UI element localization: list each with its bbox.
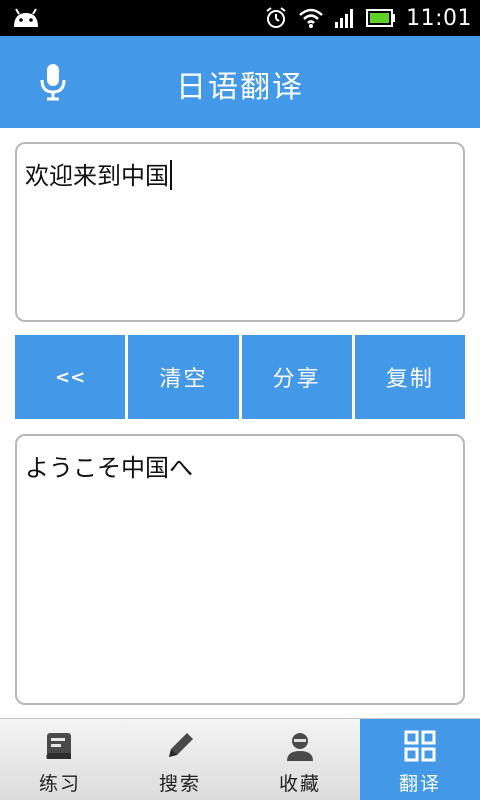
nav-label-search: 搜索 [158,773,201,795]
bottom-navigation: 练习 搜索 收藏 翻译 [0,718,480,800]
source-text-input[interactable]: 欢迎来到中国 [15,142,465,322]
clear-button[interactable]: 清空 [128,335,239,419]
translation-text: ようこそ中国へ [25,454,193,482]
status-time: 11:01 [406,5,472,31]
battery-icon [366,9,396,27]
nav-item-translate[interactable]: 翻译 [360,719,480,800]
app-header: 日语翻译 [0,36,480,128]
share-button[interactable]: 分享 [241,335,352,419]
practice-icon [46,733,71,759]
grid-icon [404,730,436,762]
back-button[interactable]: << [15,335,126,419]
status-bar: 11:01 [0,0,480,36]
alarm-icon [266,7,286,28]
signal-icon [335,9,354,28]
nav-item-search[interactable]: 搜索 [120,719,240,800]
pencil-icon [169,733,193,757]
copy-button[interactable]: 复制 [354,335,465,419]
page-title: 日语翻译 [176,70,304,105]
nav-label-favorites: 收藏 [278,773,321,795]
nav-label-translate: 翻译 [398,773,441,795]
user-icon [287,733,313,761]
source-text-value: 欢迎来到中国 [25,162,169,190]
action-button-row: << 清空 分享 复制 [15,335,465,419]
nav-item-favorites[interactable]: 收藏 [240,719,360,800]
wifi-icon [299,8,323,28]
android-icon [14,8,38,27]
nav-label-practice: 练习 [38,773,81,795]
nav-item-practice[interactable]: 练习 [0,719,120,800]
text-caret [170,160,172,190]
translation-output[interactable]: ようこそ中国へ [15,434,465,705]
